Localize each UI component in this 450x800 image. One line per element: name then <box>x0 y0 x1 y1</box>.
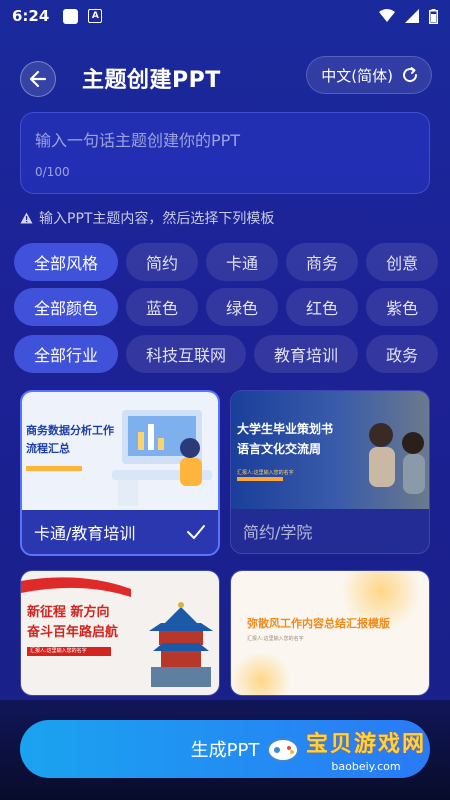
industry-filter-row: 全部行业 科技互联网 教育培训 政务 <box>14 335 439 373</box>
hint-label: 输入PPT主题内容，然后选择下列模板 <box>39 211 275 227</box>
watermark: 宝贝游戏网 baobeiy.com <box>266 726 426 773</box>
gradient-blob-decoration <box>231 571 421 695</box>
template-card[interactable]: 大学生毕业策划书 语言文化交流周 汇报人:这里输入您的名字 简约/学院 <box>230 390 430 554</box>
filter-industry-government[interactable]: 政务 <box>366 335 439 373</box>
filter-color-blue[interactable]: 蓝色 <box>126 288 199 326</box>
style-filter-row: 全部风格 简约 卡通 商务 创意 <box>14 243 439 281</box>
template-subtitle: 汇报人:这里输入您的名字 <box>27 647 111 656</box>
watermark-name: 宝贝游戏网 <box>305 732 426 757</box>
template-title: 大学生毕业策划书 语言文化交流周 <box>237 422 334 456</box>
template-card[interactable]: 商务数据分析工作 流程汇总 卡通/教育培训 <box>20 390 220 556</box>
filter-industry-all[interactable]: 全部行业 <box>14 335 119 373</box>
bottom-bar: 生成PPT 宝贝游戏网 baobeiy.com <box>0 700 450 800</box>
filter-style-all[interactable]: 全部风格 <box>14 243 119 281</box>
topic-input-placeholder: 输入一句话主题创建你的PPT <box>35 131 241 150</box>
filter-style-simple[interactable]: 简约 <box>126 243 199 281</box>
template-label: 卡通/教育培训 <box>22 510 218 554</box>
template-subtitle: 汇报人:这里输入您的名字 <box>237 470 294 476</box>
notification-icon <box>63 8 79 24</box>
template-card[interactable]: 新征程 新方向 奋斗百年路启航 汇报人:这里输入您的名字 <box>20 570 220 696</box>
language-label: 中文(简体) <box>321 66 393 85</box>
topic-input[interactable]: 输入一句话主题创建你的PPT 0/100 <box>20 112 430 194</box>
color-filter-row: 全部颜色 蓝色 绿色 红色 紫色 <box>14 288 439 326</box>
template-thumbnail: 新征程 新方向 奋斗百年路启航 汇报人:这里输入您的名字 <box>21 571 219 695</box>
battery-icon <box>429 8 438 24</box>
template-label: 简约/学院 <box>243 523 313 542</box>
template-title: 新征程 新方向 奋斗百年路启航 <box>27 605 119 640</box>
back-button[interactable] <box>20 61 56 97</box>
watermark-text-block: 宝贝游戏网 baobeiy.com <box>306 726 426 773</box>
filter-color-purple[interactable]: 紫色 <box>366 288 439 326</box>
template-thumbnail: 弥散风工作内容总结汇报模版 汇报人:这里输入您的名字 <box>231 571 429 695</box>
filter-color-red[interactable]: 红色 <box>286 288 359 326</box>
watermark-url: baobeiy.com <box>331 760 401 773</box>
app-notification-icon: A <box>88 9 103 23</box>
template-accent-bar <box>237 477 283 481</box>
template-accent-bar <box>26 466 82 471</box>
character-counter: 0/100 <box>35 165 70 179</box>
status-bar: 6:24 A <box>0 0 450 32</box>
template-thumbnail: 大学生毕业策划书 语言文化交流周 汇报人:这里输入您的名字 <box>231 391 429 509</box>
filter-industry-tech[interactable]: 科技互联网 <box>126 335 247 373</box>
hint-text: 输入PPT主题内容，然后选择下列模板 <box>20 208 274 228</box>
filter-color-all[interactable]: 全部颜色 <box>14 288 119 326</box>
language-selector[interactable]: 中文(简体) <box>306 56 432 94</box>
refresh-icon <box>403 67 418 83</box>
filter-style-cartoon[interactable]: 卡通 <box>206 243 279 281</box>
signal-icon <box>405 9 419 23</box>
status-time: 6:24 <box>12 7 50 25</box>
page-title: 主题创建PPT <box>82 68 221 93</box>
filter-style-creative[interactable]: 创意 <box>366 243 439 281</box>
arrow-left-icon <box>29 70 47 88</box>
header: 主题创建PPT 中文(简体) <box>0 56 450 98</box>
template-subtitle: 汇报人:这里输入您的名字 <box>247 636 304 642</box>
filter-style-business[interactable]: 商务 <box>286 243 359 281</box>
wifi-icon <box>379 9 395 22</box>
template-thumbnail: 商务数据分析工作 流程汇总 <box>22 392 218 510</box>
template-title: 弥散风工作内容总结汇报模版 <box>247 617 390 630</box>
template-title: 商务数据分析工作 流程汇总 <box>26 424 114 455</box>
filter-industry-education[interactable]: 教育培训 <box>254 335 359 373</box>
template-card[interactable]: 弥散风工作内容总结汇报模版 汇报人:这里输入您的名字 <box>230 570 430 696</box>
check-icon <box>187 525 205 539</box>
warning-icon <box>20 212 33 224</box>
filter-color-green[interactable]: 绿色 <box>206 288 279 326</box>
gamepad-logo-icon <box>266 737 299 762</box>
